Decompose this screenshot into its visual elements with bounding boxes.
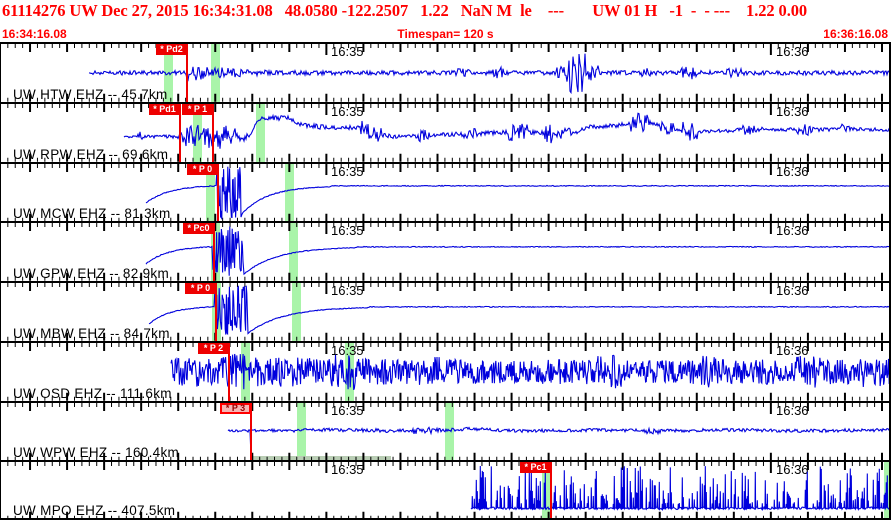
station-label: UW HTW EHZ -- 45.7km [13,86,168,102]
station-label: UW RPW EHZ -- 69.6km [13,146,169,162]
timeline-end-time: 16:36:16.08 [823,27,888,41]
seismic-trace [88,53,889,95]
seismic-trace [145,166,889,219]
phase-pick-flag[interactable]: * Pc1 [520,462,551,474]
phase-pick-flag[interactable]: * Pd1 [149,103,180,115]
station-label: UW WPW EHZ -- 160.4km [13,445,180,461]
phase-pick-flag[interactable]: * Pc0 [183,223,214,235]
phase-pick-flag[interactable]: * P 0 [185,283,216,294]
seismic-trace [145,226,889,276]
channel-row-wpw[interactable]: 16:35 16:36 * P 3 UW WPW EHZ -- 160.4km [1,400,889,461]
phase-pick-flag[interactable]: * P 0 [187,163,218,175]
channel-row-mpo[interactable]: 16:35 16:36 * Pc1 UW MPO EHZ -- 407.5km [1,460,889,520]
seismic-trace [170,353,889,390]
station-label: UW MBW EHZ -- 84.7km [13,325,170,341]
timeline-timespan: Timespan= 120 s [397,27,494,41]
seismic-trace [148,285,889,336]
station-label: UW MCW EHZ -- 81.3km [13,206,171,222]
station-label: UW OSD EHZ -- 111.6km [13,385,172,401]
channel-row-mbw[interactable]: 16:35 16:36 * P 0 UW MBW EHZ -- 84.7km [1,281,889,341]
channel-row-rpw[interactable]: 16:35 16:36 * Pd1 * P 1 UW RPW EHZ -- 69.6km [1,101,889,162]
seismogram-viewer: 61114276 UW Dec 27, 2015 16:34:31.08 48.… [0,0,891,520]
channel-stack: 16:35 16:36 * Pd2 UW HTW EHZ -- 45.7km 16:35… [0,42,891,520]
phase-pick-flag[interactable]: * Pd2 [156,44,187,55]
channel-row-mcw[interactable]: 16:35 16:36 * P 0 UW MCW EHZ -- 81.3km [1,161,889,222]
phase-pick-flag[interactable]: * P 2 [198,342,229,354]
channel-row-htw[interactable]: 16:35 16:36 * Pd2 UW HTW EHZ -- 45.7km [1,42,889,102]
station-label: UW GPW EHZ -- 82.9km [13,266,170,281]
phase-pick-flag[interactable]: * P 3 [220,402,251,414]
channel-row-gpw[interactable]: 16:35 16:36 * Pc0 UW GPW EHZ -- 82.9km [1,221,889,281]
seismic-trace [227,425,889,457]
phase-pick-flag[interactable]: * P 1 [182,103,213,115]
seismic-trace [123,112,889,149]
channel-row-osd[interactable]: 16:35 16:36 * P 2 UW OSD EHZ -- 111.6km [1,340,889,401]
station-label: UW MPO EHZ -- 407.5km [13,503,176,518]
event-summary-header: 61114276 UW Dec 27, 2015 16:34:31.08 48.… [2,1,808,20]
